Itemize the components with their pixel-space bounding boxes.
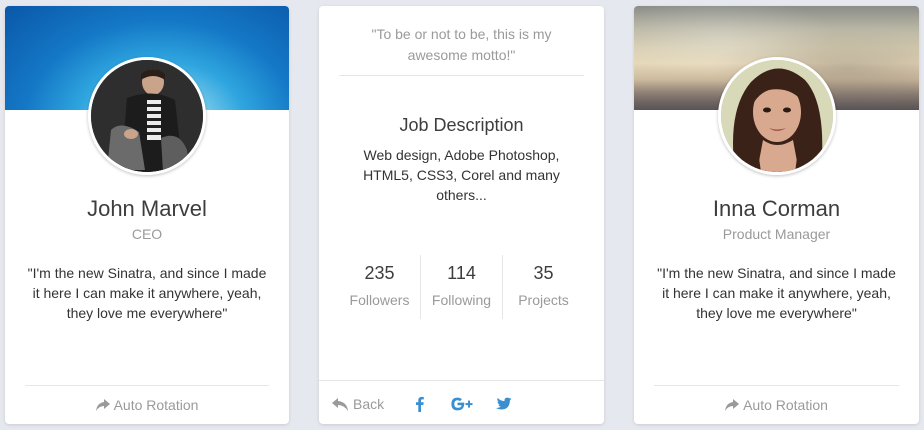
google-plus-icon[interactable] [450, 396, 474, 412]
auto-rotation-label: Auto Rotation [113, 397, 199, 413]
profile-name: John Marvel [87, 196, 207, 221]
stats-row: 235 Followers 114 Following 35 Projects [339, 255, 584, 319]
profile-role: CEO [131, 226, 163, 242]
profile-quote: "I'm the new Sinatra, and since I made i… [657, 265, 896, 321]
profile-name: Inna Corman [712, 196, 841, 221]
motto-text: "To be or not to be, this is my awesome … [371, 26, 552, 63]
twitter-icon[interactable] [495, 396, 512, 412]
profile-quote: "I'm the new Sinatra, and since I made i… [27, 265, 267, 321]
profile-role: Product Manager [722, 226, 831, 242]
avatar [88, 57, 206, 175]
stat-following: 114 Following [420, 255, 502, 319]
stat-followers: 235 Followers [339, 255, 420, 319]
stat-projects: 35 Projects [502, 255, 584, 319]
facebook-icon[interactable] [415, 396, 424, 412]
stat-label: Projects [518, 292, 569, 308]
job-description-title: Job Description [399, 115, 524, 135]
divider [25, 385, 269, 386]
stat-label: Followers [349, 292, 410, 308]
auto-rotation-button[interactable]: Auto Rotation [5, 397, 289, 413]
profile-card-john: John Marvel CEO "I'm the new Sinatra, an… [5, 6, 289, 424]
card-footer: Back [319, 380, 604, 424]
stat-label: Following [431, 292, 492, 308]
share-arrow-icon [725, 399, 740, 411]
divider [339, 75, 584, 76]
reply-arrow-icon [332, 397, 348, 411]
job-description-text: Web design, Adobe Photoshop, HTML5, CSS3… [363, 147, 560, 203]
stat-value: 114 [447, 263, 476, 283]
back-button[interactable]: Back [332, 396, 384, 412]
share-arrow-icon [95, 399, 110, 411]
auto-rotation-label: Auto Rotation [743, 397, 828, 413]
back-label: Back [353, 396, 385, 412]
stat-value: 35 [533, 263, 554, 283]
profile-card-back: "To be or not to be, this is my awesome … [319, 6, 604, 424]
divider [654, 385, 899, 386]
stat-value: 235 [364, 263, 395, 283]
profile-card-inna: Inna Corman Product Manager "I'm the new… [634, 6, 919, 424]
avatar [718, 57, 836, 175]
auto-rotation-button[interactable]: Auto Rotation [634, 397, 919, 413]
